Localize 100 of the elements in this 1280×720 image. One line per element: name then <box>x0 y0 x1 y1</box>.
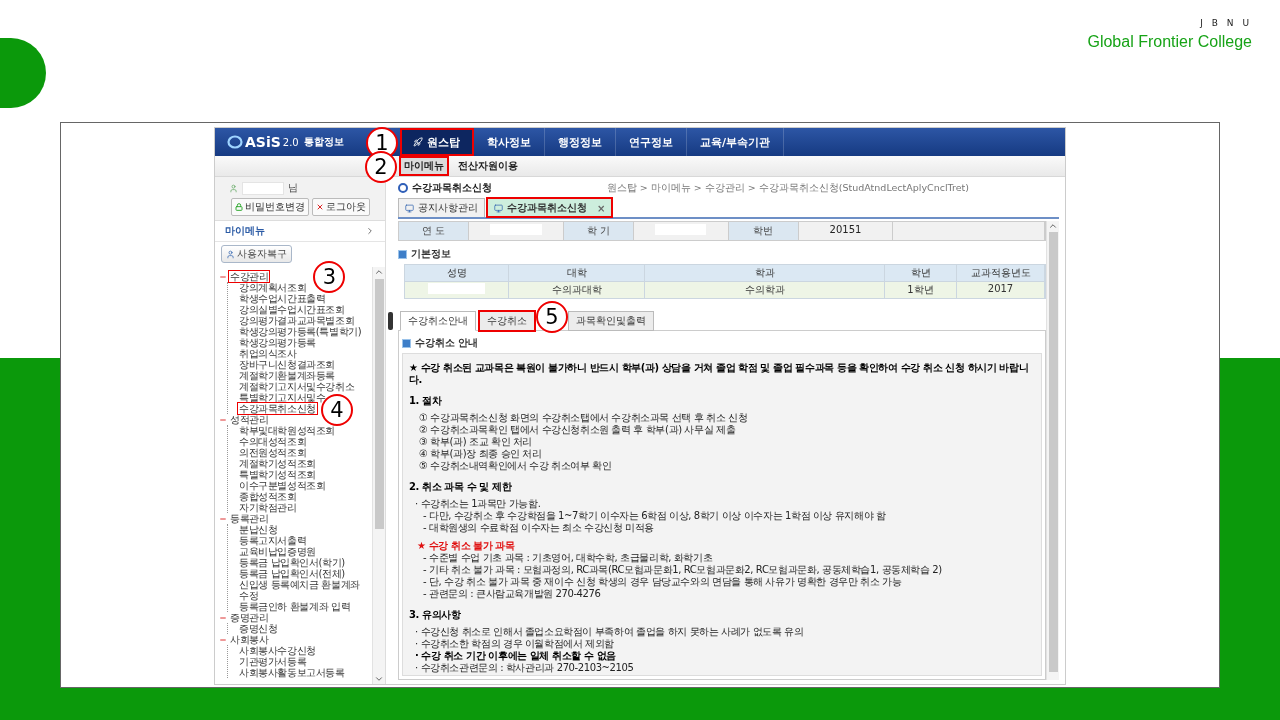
section-heading: 1. 절차 <box>409 395 443 407</box>
tree-item[interactable]: 특별학기고지서및수 <box>238 392 327 403</box>
table-cell: 1학년 <box>885 282 957 298</box>
guide-text: · 수강취소한 학점의 경우 이월학점에서 제외함 <box>414 638 616 650</box>
tree-item[interactable]: 학생강의평가등록 <box>238 337 317 348</box>
callout-number: 3 <box>313 261 346 293</box>
tree-item[interactable]: 학부및대학원성적조회 <box>238 425 336 436</box>
tree-item[interactable]: 사회봉사수강신청 <box>238 645 317 656</box>
tree-item[interactable]: 자기학점관리 <box>238 502 298 513</box>
logo-version: 2.0 <box>282 136 299 148</box>
tree-item[interactable]: 이수구분별성적조회 <box>238 480 327 491</box>
user-icon <box>229 183 238 193</box>
guide-text: ③ 학부(과) 조교 확인 처리 <box>418 436 534 448</box>
tree-item[interactable]: 계절학기고지서및수강취소 <box>238 381 356 392</box>
tree-item[interactable]: 사회봉사 <box>229 634 270 645</box>
org-label: J B N U <box>1200 18 1252 28</box>
tree-item[interactable]: 증명신청 <box>238 623 279 634</box>
guide-text: ② 수강취소과목확인 탭에서 수강신청취소원 출력 후 학부(과) 사무실 제출 <box>418 424 737 436</box>
password-button[interactable]: 비밀번호변경 <box>230 198 309 216</box>
section-bullet-icon <box>402 338 411 348</box>
field-value: 20151 <box>798 222 894 240</box>
tree-item[interactable]: 기관평가서등록 <box>238 656 308 667</box>
guide-text: - 단, 수강 취소 불가 과목 중 재이수 신청 학생의 경우 담당교수와의 면담을 통해 사유가 명확한 경우만 취소 가능 <box>422 576 903 588</box>
tree-item[interactable]: 사회봉사활동보고서등록 <box>238 667 346 678</box>
chevron-right-icon[interactable] <box>365 226 375 236</box>
scrollbar[interactable] <box>1046 221 1059 680</box>
document-tab[interactable]: 수강과목취소신청 × <box>487 198 613 217</box>
logout-button[interactable]: 로그아웃 <box>311 198 370 216</box>
tree-item[interactable]: 신입생 등록예치금 환불계좌 수정 <box>238 579 372 601</box>
guide-text: - 기타 취소 불가 과목 : 모험과정의, RC과목(RC모험과문화1, RC모험과문화2, RC모험과문화, 공동체학습1, 공동체학습 2) <box>422 564 943 576</box>
close-tab-glyph[interactable]: × <box>597 202 606 214</box>
tree-item[interactable]: 등록고지서출력 <box>238 535 308 546</box>
college-name: Global Frontier College <box>1087 33 1252 51</box>
content-tab[interactable]: 과목확인및출력 <box>568 311 654 331</box>
tree-item[interactable]: 등록금 납입확인서(전체) <box>238 568 346 579</box>
breadcrumb: 원스탑 > 마이메뉴 > 수강관리 > 수강과목취소신청(StudAtndLectAplyCnclTret) <box>606 181 970 195</box>
guide-text: ④ 학부(과)장 최종 승인 처리 <box>418 448 543 460</box>
tree-item[interactable]: 계절학기환불계좌등록 <box>238 370 336 381</box>
sub-nav-tab[interactable]: 마이메뉴 <box>401 158 447 174</box>
scrollbar[interactable] <box>372 267 385 684</box>
table-cell: 2017 <box>957 282 1045 298</box>
scroll-down-icon[interactable] <box>374 674 384 684</box>
user-icon <box>226 249 235 259</box>
tree-item[interactable]: 강의계획서조회 <box>238 282 308 293</box>
tree-item[interactable]: 의전원성적조회 <box>238 447 308 458</box>
scroll-thumb[interactable] <box>374 279 384 529</box>
field-label: 학 기 <box>563 222 634 240</box>
tree-item[interactable]: 성적관리 <box>229 414 270 425</box>
content-tab[interactable]: 수강취소안내 <box>400 311 476 331</box>
lock-icon <box>234 203 243 211</box>
guide-text: - 다만, 수강취소 후 수강학점을 1~7학기 이수자는 6학점 이상, 8학기 이상 이수자는 1학점 이상 유지해야 함 <box>422 510 887 522</box>
tree-item[interactable]: 등록금 납입확인서(학기) <box>238 557 346 568</box>
guide-text: ★ 수강 취소된 교과목은 복원이 불가하니 반드시 학부(과) 상담을 거쳐 졸업 학점 및 졸업 필수과목 등을 확인하여 수강 취소 신청 하시기 바랍니다. <box>409 362 1030 386</box>
tree-item[interactable]: 분납신청 <box>238 524 279 535</box>
scroll-up-icon[interactable] <box>1048 221 1058 231</box>
section-heading: 3. 유의사항 <box>409 609 462 621</box>
column-header: 교과적용년도 <box>957 265 1045 282</box>
tree-item[interactable]: 수강과목취소신청 <box>238 403 317 414</box>
tree-item[interactable]: 교육비납입증명원 <box>238 546 317 557</box>
tree-item[interactable]: 등록관리 <box>229 513 270 524</box>
column-header: 학년 <box>885 265 957 282</box>
collapse-handle[interactable] <box>387 312 393 330</box>
guide-text: - 대학원생의 수료학점 이수자는 최소 수강신청 미적용 <box>422 522 656 534</box>
column-header: 성명 <box>405 265 509 282</box>
logo-name: ASiS <box>245 134 281 150</box>
guide-text: · 수강 취소 기간 이후에는 일체 취소할 수 없음 <box>414 650 617 662</box>
scroll-up-icon[interactable] <box>374 267 384 277</box>
restore-button[interactable]: 사용자복구 <box>221 245 292 263</box>
guide-text: - 수준별 수업 기초 과목 : 기초영어, 대학수학, 초급물리학, 화학기초 <box>422 552 714 564</box>
window-icon <box>405 203 414 213</box>
nav-tab[interactable]: 원스탑 <box>400 128 474 156</box>
tree-item[interactable]: 종합성적조회 <box>238 491 298 502</box>
guide-text: ⑤ 수강취소내역확인에서 수강 취소여부 확인 <box>418 460 613 472</box>
tree-item[interactable]: 증명관리 <box>229 612 270 623</box>
tree-item[interactable]: 강의실별수업시간표조회 <box>238 304 346 315</box>
window-icon <box>494 203 503 213</box>
tree-item[interactable]: 등록금인하 환불계좌 입력 <box>238 601 352 612</box>
scroll-thumb[interactable] <box>1048 232 1058 672</box>
section-heading: 2. 취소 과목 수 및 제한 <box>409 481 513 493</box>
corner-shape <box>0 38 46 108</box>
sub-nav-tab[interactable]: 전산자원이용 <box>455 158 521 174</box>
section-bullet-icon <box>398 249 407 259</box>
tree-item[interactable]: 계절학기성적조회 <box>238 458 317 469</box>
my-menu-label[interactable]: 마이메뉴 <box>225 224 265 238</box>
x-icon <box>315 203 324 211</box>
guide-text: · 수강취소관련문의 : 학사관리과 270-2103~2105 <box>414 662 635 674</box>
guide-text: ① 수강과목취소신청 화면의 수강취소탭에서 수강취소과목 선택 후 취소 신청 <box>418 412 749 424</box>
tree-item[interactable]: 수강관리 <box>229 271 270 282</box>
tree-item[interactable]: 특별학기성적조회 <box>238 469 317 480</box>
tree-item[interactable]: 강의평가결과교과목별조회 <box>238 315 356 326</box>
tree-item[interactable]: 취업의식조사 <box>238 348 298 359</box>
tree-item[interactable]: 수의대성적조회 <box>238 436 308 447</box>
field-label: 학번 <box>728 222 799 240</box>
content-tab[interactable]: 수강취소 <box>479 311 535 331</box>
tree-item[interactable]: 학생수업시간표출력 <box>238 293 327 304</box>
tree-item[interactable]: 장바구니신청결과조회 <box>238 359 336 370</box>
column-header: 대학 <box>509 265 645 282</box>
callout-number: 2 <box>365 151 397 183</box>
tree-item[interactable]: 학생강의평가등록(특별학기) <box>238 326 363 337</box>
document-tab[interactable]: 공지사항관리 <box>398 198 485 217</box>
